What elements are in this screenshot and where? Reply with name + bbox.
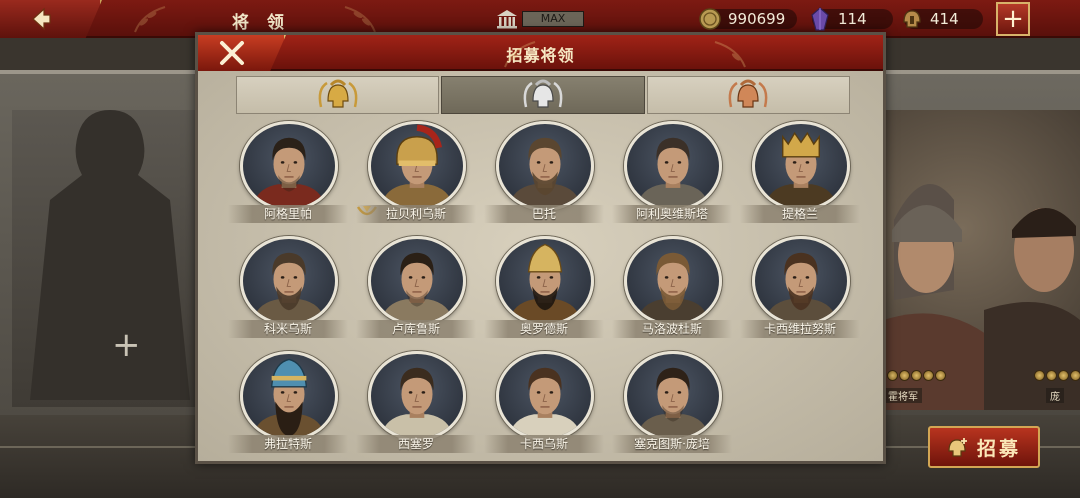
general-card[interactable]: 卡西乌斯 [484,349,604,461]
laurel-decoration-icon [134,6,166,33]
general-card[interactable]: 阿格里帕 [228,119,348,231]
laurel-decoration-icon [714,41,746,68]
silhouette-icon [30,110,190,400]
laurel-decoration-icon [504,41,536,68]
general-name: 提格兰 [740,205,860,223]
recruit-button[interactable]: 招募 [928,426,1040,468]
general-name: 马洛波杜斯 [612,320,732,338]
general-card[interactable]: 巴托 [484,119,604,231]
general-face-icon [380,252,454,323]
general-portrait [368,121,466,211]
general-face-icon [508,137,582,208]
tab-bronze-tier[interactable] [646,76,850,114]
silver-helmet-icon [523,79,563,108]
general-card[interactable]: 卢库鲁斯 [356,234,476,346]
general-name: 西塞罗 [356,435,476,453]
back-button[interactable] [0,0,102,38]
general-name: 卡西乌斯 [484,435,604,453]
general-name: 奥罗德斯 [484,320,604,338]
general-card[interactable]: 马洛波杜斯 [612,234,732,346]
coin-counter: 990699 [698,7,798,31]
general-name: 巴托 [484,205,604,223]
general-name: 弗拉特斯 [228,435,348,453]
general-portrait [368,236,466,326]
general-portrait [752,236,850,326]
general-face-icon [764,131,838,208]
dialog-title: 招募将领 [506,46,575,65]
general-face-icon [380,124,454,208]
general-name: 卡西维拉努斯 [740,320,860,338]
general-card[interactable]: 塞克图斯·庞培 [612,349,732,461]
helmet-icon [900,7,924,31]
general-face-icon [252,252,326,323]
page-title: 将 领 [232,13,290,33]
general-portrait [240,236,338,326]
general-portrait [368,351,466,441]
general-name: 拉贝利乌斯 [356,205,476,223]
gem-icon [808,7,832,31]
general-portrait [496,351,594,441]
tier-tabs [236,76,850,114]
barracks-level: MAX [494,6,586,32]
general-card[interactable]: 阿利奥维斯塔 [612,119,732,231]
general-portrait [624,351,722,441]
building-icon [494,6,520,32]
general-face-icon [636,367,710,438]
coin-icon [698,7,722,31]
recruit-button-label: 招募 [976,437,1021,460]
general-face-icon [636,137,710,208]
general-name: 科米乌斯 [228,320,348,338]
general-portrait [496,121,594,211]
add-general-icon[interactable]: + [112,328,141,362]
general-name: 阿格里帕 [228,205,348,223]
general-card[interactable]: 提格兰 [740,119,860,231]
general-face-icon [764,252,838,323]
star-rating [887,370,946,381]
general-face-icon [252,358,326,438]
general-portrait [624,121,722,211]
tab-gold-tier[interactable] [236,76,440,114]
back-arrow-icon [32,7,51,31]
general-card[interactable]: 科米乌斯 [228,234,348,346]
general-portrait [624,236,722,326]
general-portrait [240,351,338,441]
general-card[interactable]: 卡西维拉努斯 [740,234,860,346]
general-face-icon [508,367,582,438]
tab-silver-tier[interactable] [441,76,645,114]
laurel-decoration-icon [344,6,376,33]
general-face-icon [252,137,326,208]
general-face-icon [636,252,710,323]
gold-helmet-icon [318,79,358,108]
general-card[interactable]: 奥罗德斯 [484,234,604,346]
general-portrait [496,236,594,326]
recruit-helmet-icon [948,438,967,457]
general-name-label: 庞 [1046,388,1064,403]
dialog-body: 阿格里帕 拉贝利乌斯 巴托 阿利奥维斯塔 提格兰科米乌斯 卢库鲁斯 奥罗德斯 马洛波杜斯 卡西维… [198,71,883,461]
star-rating [1034,370,1080,381]
level-max-label: MAX [522,11,584,27]
generals-grid: 阿格里帕 拉贝利乌斯 巴托 阿利奥维斯塔 提格兰科米乌斯 卢库鲁斯 奥罗德斯 马洛波杜斯 卡西维… [228,119,868,459]
helmet-counter: 414 [900,7,983,31]
general-card[interactable]: 西塞罗 [356,349,476,461]
general-card[interactable]: 拉贝利乌斯 [356,119,476,231]
general-portrait [240,121,338,211]
general-face-icon [508,243,582,323]
general-name: 塞克图斯·庞培 [612,435,732,453]
general-card[interactable]: 弗拉特斯 [228,349,348,461]
general-portrait [752,121,850,211]
gem-counter: 114 [808,7,893,31]
recruit-generals-dialog: 招募将领 阿格里帕 拉贝利乌斯 巴托 阿利奥维斯塔 提格兰 科米乌斯 卢库鲁斯 … [195,32,886,464]
add-resource-button[interactable]: + [996,2,1030,36]
general-name-label: 霍将军 [884,388,922,403]
general-name: 卢库鲁斯 [356,320,476,338]
dialog-header: 招募将领 [198,35,883,71]
general-face-icon [380,367,454,438]
bronze-helmet-icon [728,79,768,108]
general-name: 阿利奥维斯塔 [612,205,732,223]
